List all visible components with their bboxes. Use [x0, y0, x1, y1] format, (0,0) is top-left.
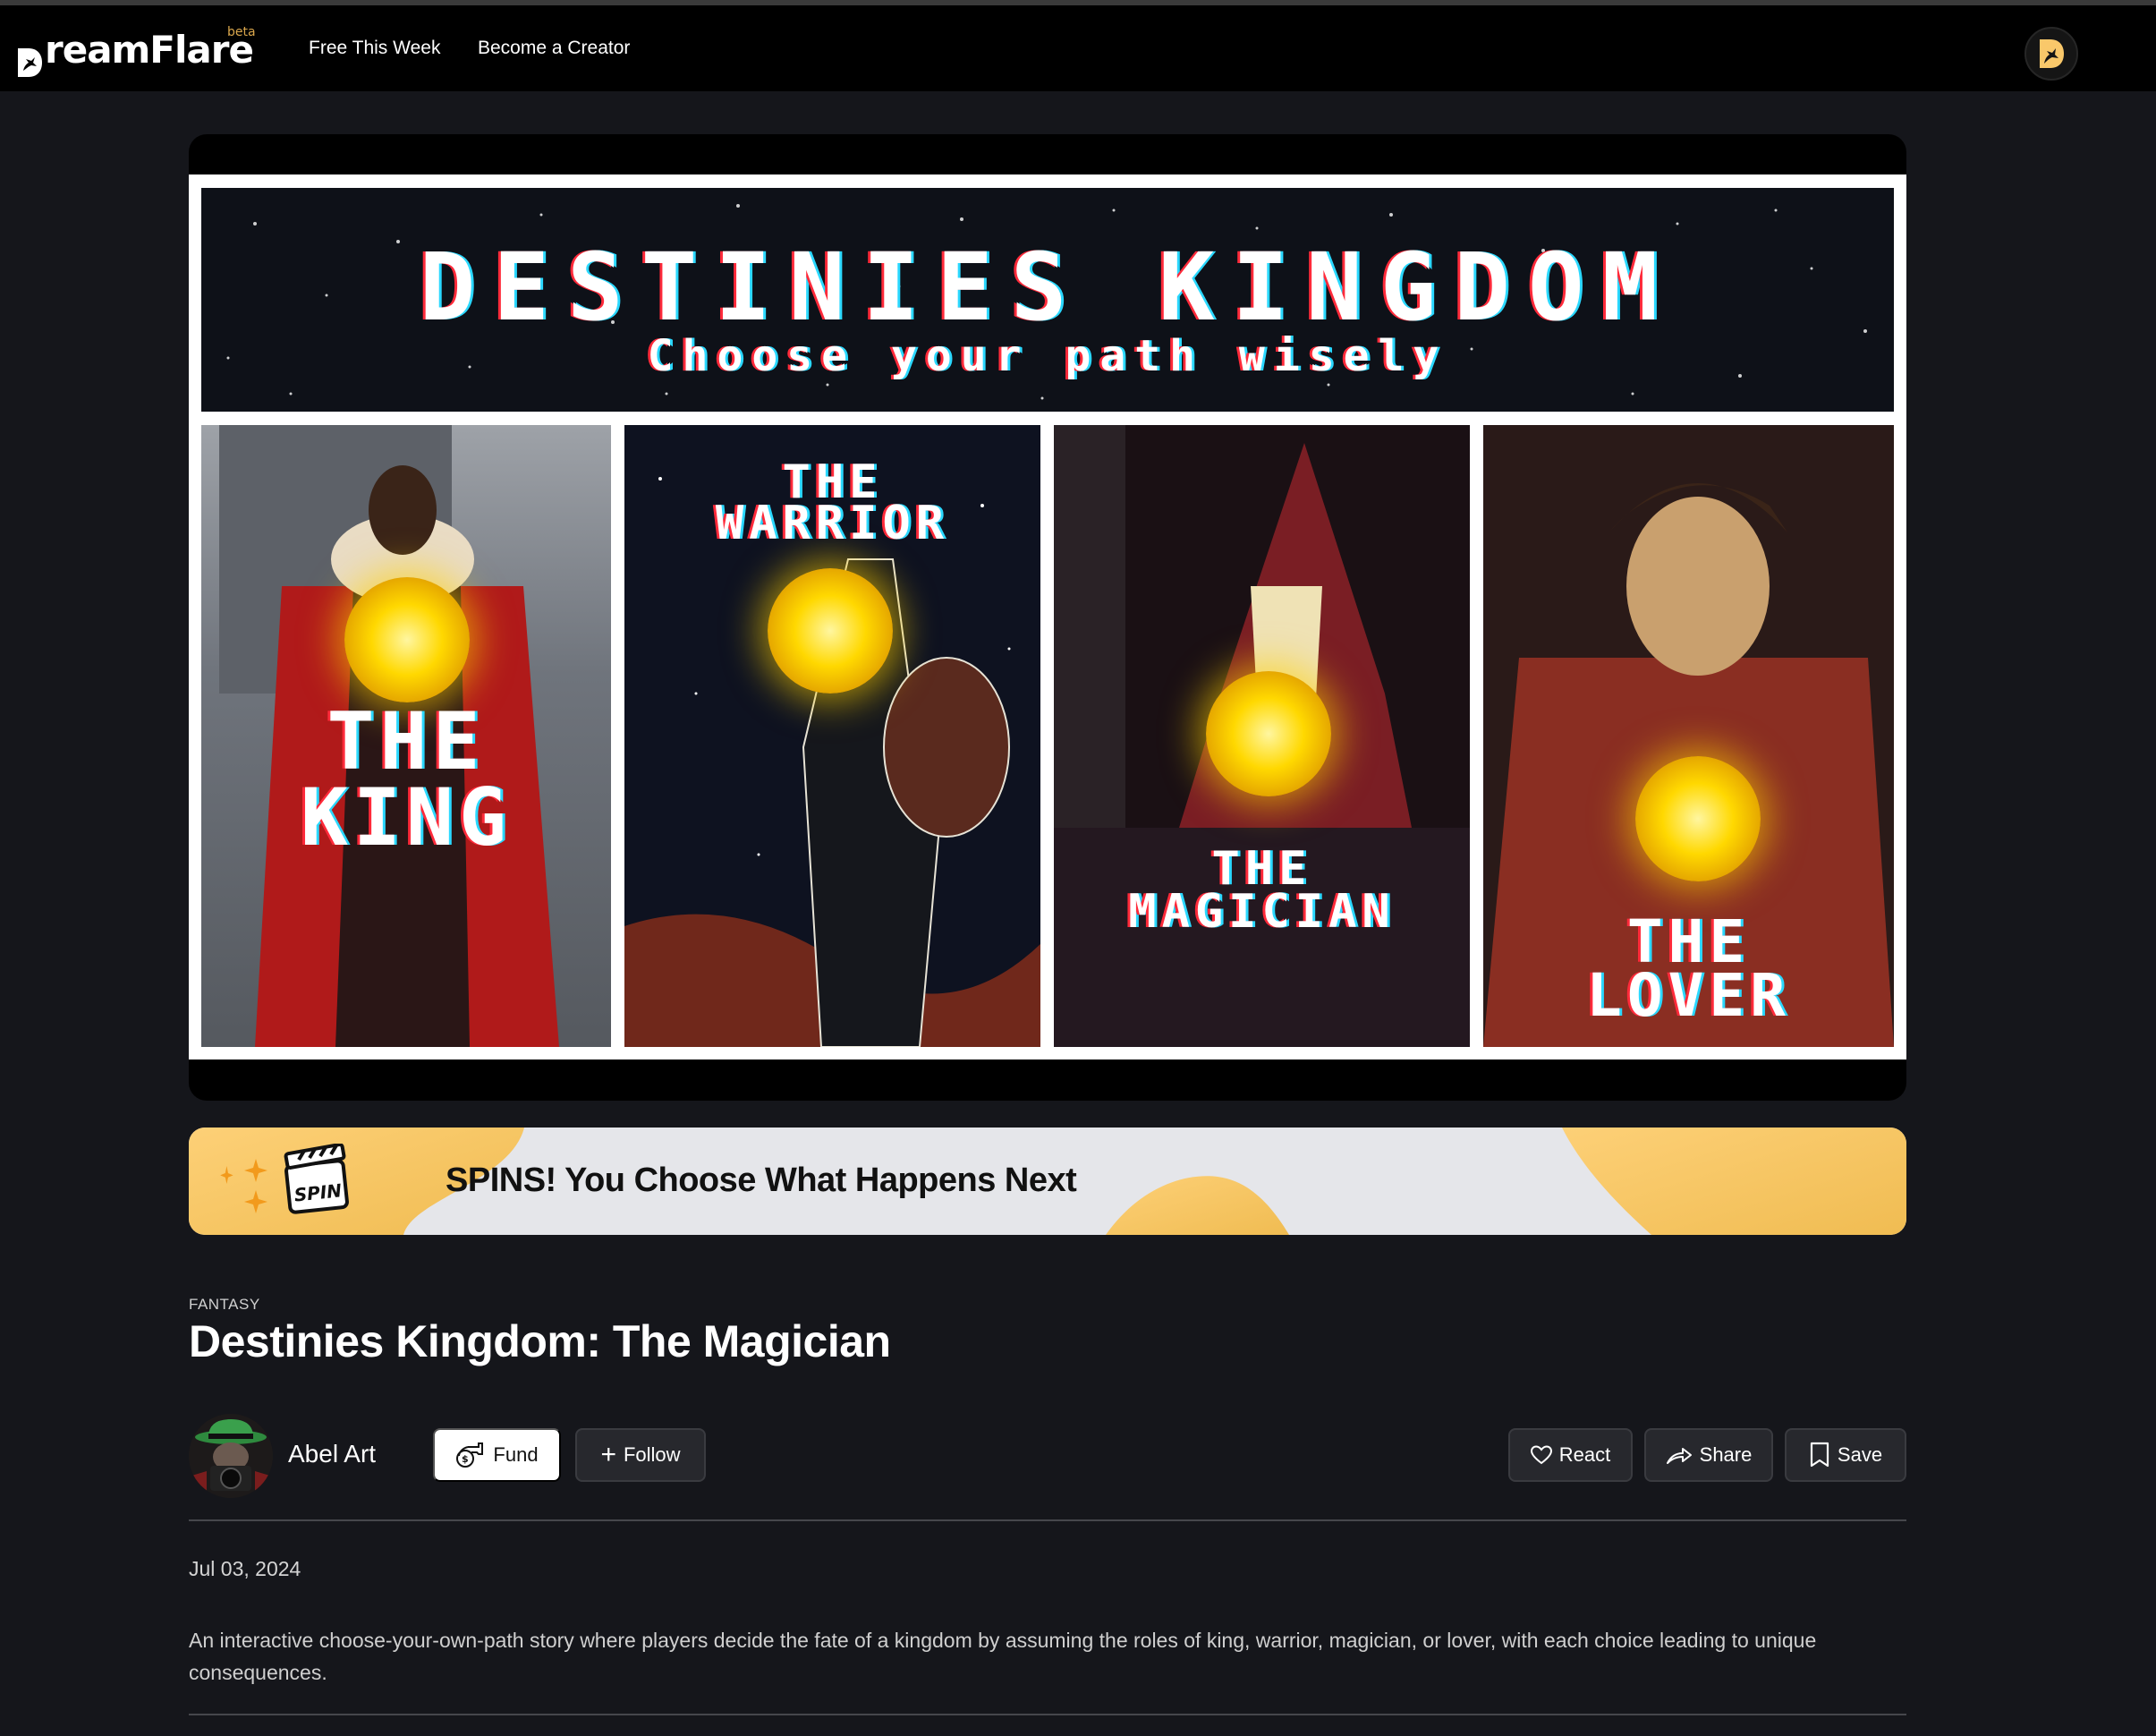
bookmark-icon [1810, 1442, 1829, 1468]
heart-icon [1530, 1445, 1552, 1465]
logo-wordmark: reamFlare [45, 28, 254, 72]
follow-button-label: Follow [623, 1443, 681, 1466]
story-description: An interactive choose-your-own-path stor… [189, 1629, 1817, 1684]
react-button[interactable]: React [1508, 1428, 1633, 1482]
panel-label-line2: WARRIOR [715, 497, 950, 550]
story-title: Destinies Kingdom: The Magician [189, 1316, 891, 1366]
profile-menu-button[interactable] [2024, 27, 2078, 81]
author-avatar-image [189, 1414, 273, 1498]
cover-frame: DESTINIES KINGDOM Choose your path wisel… [189, 174, 1906, 1059]
spins-banner[interactable]: SPIN SPINS! You Choose What Happens Next [189, 1128, 1906, 1235]
section-divider [189, 1519, 1906, 1521]
share-button-label: Share [1699, 1443, 1753, 1466]
plus-icon: + [600, 1440, 616, 1469]
panel-label-line2: LOVER [1586, 961, 1791, 1030]
glowing-orb [768, 568, 893, 694]
cover-subtitle: Choose your path wisely [647, 331, 1448, 381]
panel-label-line2: KING [301, 771, 512, 864]
fund-button[interactable]: $ Fund [433, 1428, 561, 1482]
section-divider [189, 1714, 1906, 1715]
story-cover-image[interactable]: DESTINIES KINGDOM Choose your path wisel… [189, 134, 1906, 1101]
panel-the-warrior: THE WARRIOR [624, 425, 1040, 1047]
publish-date: Jul 03, 2024 [189, 1557, 301, 1580]
money-bag-hand-icon: $ [456, 1442, 484, 1468]
cover-title-panel: DESTINIES KINGDOM Choose your path wisel… [201, 188, 1894, 412]
dreamflare-logo[interactable]: DreamFlare reamFlare beta [16, 25, 256, 77]
nav-become-a-creator[interactable]: Become a Creator [478, 38, 630, 59]
genre-tag[interactable]: FANTASY [189, 1296, 260, 1314]
panel-label-line1: THE [327, 695, 486, 787]
panel-the-magician: THE MAGICIAN [1054, 425, 1470, 1047]
save-button[interactable]: Save [1785, 1428, 1906, 1482]
author-avatar[interactable] [189, 1414, 273, 1498]
glowing-orb [344, 577, 470, 702]
glowing-orb [1206, 671, 1331, 796]
author-name[interactable]: Abel Art [288, 1440, 376, 1468]
top-navbar: DreamFlare reamFlare beta Free This Week… [0, 5, 2156, 91]
panel-label-line2: MAGICIAN [1128, 885, 1396, 939]
dreamflare-mark-icon [2040, 39, 2064, 68]
beta-label: beta [227, 25, 256, 39]
panel-the-lover: THE LOVER [1483, 425, 1894, 1047]
glowing-orb [1635, 756, 1761, 881]
save-button-label: Save [1837, 1443, 1883, 1466]
spins-banner-title: SPINS! You Choose What Happens Next [446, 1162, 1077, 1199]
svg-text:$: $ [462, 1453, 469, 1465]
share-arrow-icon [1666, 1448, 1692, 1464]
panel-the-king: THE KING [201, 425, 611, 1047]
react-button-label: React [1558, 1443, 1611, 1466]
share-button[interactable]: Share [1644, 1428, 1773, 1482]
nav-free-this-week[interactable]: Free This Week [309, 38, 440, 59]
follow-button[interactable]: + Follow [575, 1428, 706, 1482]
cover-title: DESTINIES KINGDOM [419, 233, 1676, 342]
fund-button-label: Fund [493, 1443, 539, 1466]
logo-mark-icon [18, 48, 42, 77]
spin-badge-icon: SPIN [281, 1143, 352, 1215]
